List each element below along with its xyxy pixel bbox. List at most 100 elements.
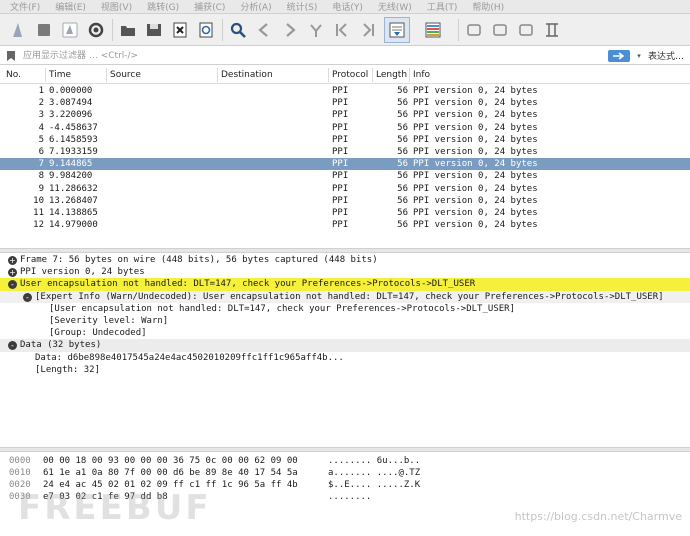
restart-capture-button[interactable]	[60, 20, 80, 40]
menu-item[interactable]: 文件(F)	[10, 0, 40, 13]
column-separator[interactable]	[409, 68, 410, 82]
menu-item[interactable]: 工具(T)	[427, 0, 458, 13]
packet-row[interactable]: 11 14.138865 PPI 56 PPI version 0, 24 bytes	[0, 207, 690, 219]
collapse-icon[interactable]: -	[8, 280, 17, 290]
packet-cell-no: 10	[33, 195, 44, 206]
bytes-row[interactable]: 0000 00 00 18 00 93 00 00 00 36 75 0c 00 …	[0, 455, 690, 467]
packet-cell-length: 56	[397, 195, 408, 206]
menu-item[interactable]: 无线(W)	[378, 0, 412, 13]
collapse-icon[interactable]: -	[8, 341, 17, 351]
packet-row[interactable]: 10 13.268407 PPI 56 PPI version 0, 24 bytes	[0, 195, 690, 207]
packet-row[interactable]: 7 9.144865 PPI 56 PPI version 0, 24 bytes	[0, 158, 690, 171]
detail-row[interactable]: [Length: 32]	[0, 364, 690, 376]
packet-cell-info: PPI version 0, 24 bytes	[413, 195, 538, 206]
column-header-length[interactable]: Length	[376, 70, 407, 80]
column-header-time[interactable]: Time	[49, 70, 71, 80]
start-capture-button[interactable]	[8, 20, 28, 40]
detail-text: Data: d6be898e4017545a24e4ac4502010209ff…	[35, 352, 344, 363]
detail-row[interactable]: [Group: Undecoded]	[0, 327, 690, 339]
column-header-source[interactable]: Source	[110, 70, 141, 80]
packet-row[interactable]: 4 -4.458637 PPI 56 PPI version 0, 24 bytes	[0, 122, 690, 134]
column-header-destination[interactable]: Destination	[221, 70, 273, 80]
packet-row[interactable]: 12 14.979000 PPI 56 PPI version 0, 24 bytes	[0, 219, 690, 231]
packet-cell-length: 56	[397, 207, 408, 218]
detail-row[interactable]: [User encapsulation not handled: DLT=147…	[0, 303, 690, 315]
packet-row[interactable]: 6 7.1933159 PPI 56 PPI version 0, 24 bytes	[0, 146, 690, 158]
last-packet-button[interactable]	[358, 20, 378, 40]
column-separator[interactable]	[106, 68, 107, 82]
packet-cell-protocol: PPI	[332, 220, 349, 231]
packet-row[interactable]: 5 6.1458593 PPI 56 PPI version 0, 24 bytes	[0, 134, 690, 146]
packet-cell-info: PPI version 0, 24 bytes	[413, 134, 538, 145]
detail-row[interactable]: - Data (32 bytes)	[0, 339, 690, 352]
detail-row[interactable]: + PPI version 0, 24 bytes	[0, 266, 690, 278]
expression-button[interactable]: 表达式…	[648, 49, 684, 62]
detail-text: [Expert Info (Warn/Undecoded): User enca…	[35, 291, 664, 302]
arrow-right-icon	[612, 51, 625, 60]
stop-capture-button[interactable]	[34, 20, 54, 40]
packet-cell-time: 14.138865	[49, 207, 98, 218]
detail-row[interactable]: + Frame 7: 56 bytes on wire (448 bits), 5…	[0, 254, 690, 266]
save-file-button[interactable]	[144, 20, 164, 40]
display-filter-input[interactable]	[19, 48, 608, 63]
reload-file-button[interactable]	[196, 20, 216, 40]
packet-row[interactable]: 2 3.087494 PPI 56 PPI version 0, 24 bytes	[0, 97, 690, 109]
menu-item[interactable]: 统计(S)	[287, 0, 318, 13]
column-separator[interactable]	[45, 68, 46, 82]
menu-item[interactable]: 编辑(E)	[55, 0, 86, 13]
collapse-icon[interactable]: -	[23, 292, 32, 302]
resize-columns-button[interactable]	[542, 20, 562, 40]
menu-item[interactable]: 分析(A)	[240, 0, 271, 13]
column-separator[interactable]	[328, 68, 329, 82]
close-file-button[interactable]	[170, 20, 190, 40]
menu-item[interactable]: 跳转(G)	[147, 0, 179, 13]
zoom-out-button[interactable]	[490, 20, 510, 40]
packet-cell-protocol: PPI	[332, 183, 349, 194]
capture-options-button[interactable]	[86, 20, 106, 40]
packet-row[interactable]: 1 0.000000 PPI 56 PPI version 0, 24 bytes	[0, 85, 690, 97]
menu-item[interactable]: 电话(Y)	[332, 0, 363, 13]
bytes-ascii: a....... ....@.TZ	[328, 468, 421, 478]
packet-cell-no: 8	[38, 171, 44, 182]
shark-fin-icon	[13, 22, 22, 37]
column-header-protocol[interactable]: Protocol	[332, 70, 368, 80]
packet-list-pane: No. Time Source Destination Protocol Len…	[0, 66, 690, 248]
packet-row[interactable]: 8 9.984200 PPI 56 PPI version 0, 24 bytes	[0, 170, 690, 182]
column-header-info[interactable]: Info	[413, 70, 430, 80]
go-to-packet-button[interactable]	[306, 20, 326, 40]
colorize-button[interactable]	[420, 17, 446, 43]
go-back-button[interactable]	[254, 20, 274, 40]
apply-filter-button[interactable]	[607, 49, 630, 62]
normal-size-button[interactable]	[516, 20, 536, 40]
watermark-logo: FREEBUF	[18, 488, 212, 528]
expand-icon[interactable]: +	[8, 268, 17, 278]
zoom-in-button[interactable]	[464, 20, 484, 40]
detail-row[interactable]: - [Expert Info (Warn/Undecoded): User enc…	[0, 290, 690, 303]
open-file-button[interactable]	[118, 20, 138, 40]
packet-cell-no: 1	[38, 86, 44, 96]
menu-item[interactable]: 帮助(H)	[472, 0, 504, 13]
column-separator[interactable]	[217, 68, 218, 82]
menu-item[interactable]: 视图(V)	[101, 0, 132, 13]
autoscroll-button[interactable]	[384, 16, 410, 43]
detail-row[interactable]: - User encapsulation not handled: DLT=147…	[0, 278, 690, 291]
first-packet-button[interactable]	[332, 20, 352, 40]
column-separator[interactable]	[372, 68, 373, 82]
menu-item[interactable]: 捕获(C)	[194, 0, 225, 13]
packet-cell-length: 56	[397, 134, 408, 145]
bytes-row[interactable]: 0010 61 1e a1 0a 80 7f 00 00 d6 be 89 8e …	[0, 467, 690, 479]
column-header-no[interactable]: No.	[6, 70, 21, 80]
colorize-icon	[425, 22, 441, 37]
filter-history-dropdown[interactable]: ▾	[634, 50, 644, 62]
detail-row[interactable]: [Severity level: Warn]	[0, 315, 690, 327]
packet-row[interactable]: 9 11.286632 PPI 56 PPI version 0, 24 bytes	[0, 183, 690, 195]
detail-row[interactable]: Data: d6be898e4017545a24e4ac4502010209ff…	[0, 352, 690, 364]
resize-columns-icon	[546, 22, 558, 37]
packet-row[interactable]: 3 3.220096 PPI 56 PPI version 0, 24 bytes	[0, 109, 690, 121]
find-packet-button[interactable]	[228, 20, 248, 40]
filter-bookmark-button[interactable]	[3, 48, 19, 64]
packet-cell-length: 56	[397, 146, 408, 157]
expand-icon[interactable]: +	[8, 256, 17, 265]
packet-cell-length: 56	[397, 220, 408, 231]
go-forward-button[interactable]	[280, 20, 300, 40]
